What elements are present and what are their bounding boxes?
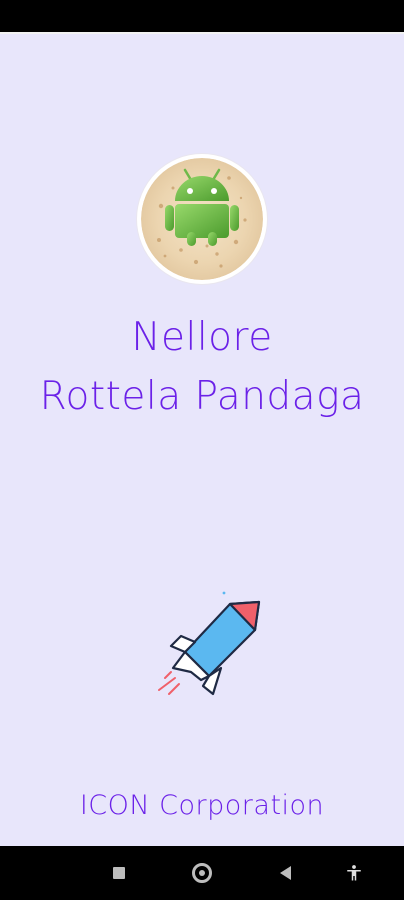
status-bar <box>0 0 404 32</box>
android-on-flatbread-icon <box>141 158 263 280</box>
company-name: ICON Corporation <box>79 790 325 821</box>
status-divider <box>0 32 404 34</box>
home-circle-icon <box>192 863 212 883</box>
app-title-line2: Rottela Pandaga <box>39 374 365 419</box>
accessibility-button[interactable] <box>339 858 369 888</box>
app-logo-icon <box>137 154 267 284</box>
rocket-icon <box>158 591 261 696</box>
navigation-bar <box>0 846 404 900</box>
splash-screen: Nellore Rottela Pandaga ICON Corporation <box>0 0 404 900</box>
recents-button[interactable] <box>104 858 134 888</box>
home-button[interactable] <box>187 858 217 888</box>
back-triangle-icon <box>279 866 291 880</box>
accessibility-icon <box>347 865 361 881</box>
app-title-line1: Nellore <box>131 315 273 360</box>
square-icon <box>113 867 125 879</box>
back-button[interactable] <box>270 858 300 888</box>
